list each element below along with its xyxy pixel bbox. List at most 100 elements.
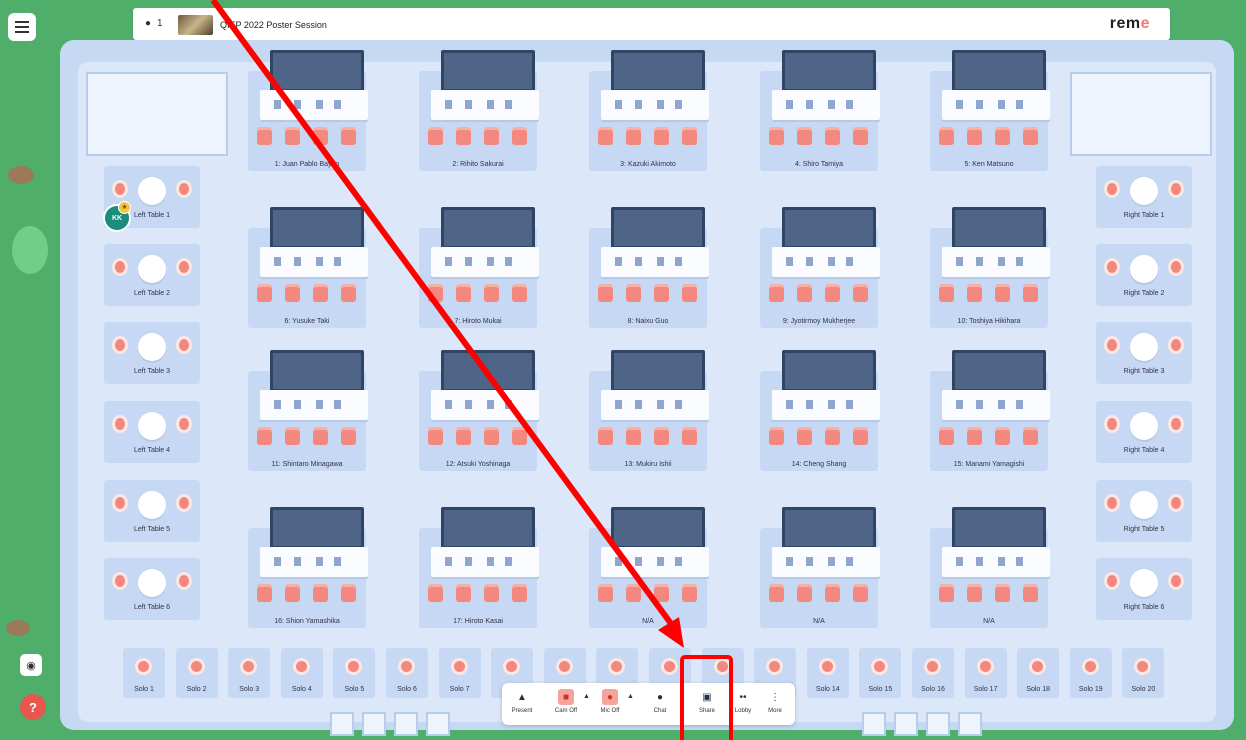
- solo-table[interactable]: Solo 5: [333, 648, 376, 698]
- booth-seat[interactable]: [1023, 130, 1038, 145]
- solo-table[interactable]: Solo 14: [806, 648, 849, 698]
- booth-seat[interactable]: [512, 287, 527, 302]
- booth-seat[interactable]: [797, 287, 812, 302]
- solo-seat[interactable]: [135, 658, 152, 675]
- booth-seat[interactable]: [939, 130, 954, 145]
- booth-seat[interactable]: [598, 130, 613, 145]
- table-seat[interactable]: [1104, 572, 1120, 590]
- booth-seat[interactable]: [825, 287, 840, 302]
- solo-seat[interactable]: [187, 658, 205, 675]
- booth-seat[interactable]: [995, 430, 1010, 445]
- booth-screen[interactable]: [441, 507, 535, 549]
- table-seat[interactable]: [1168, 572, 1184, 590]
- solo-table[interactable]: Solo 15: [859, 648, 902, 698]
- cam-options-caret[interactable]: ▲: [583, 693, 590, 700]
- booth-seat[interactable]: [797, 430, 812, 445]
- booth-seat[interactable]: [654, 130, 669, 145]
- table-seat[interactable]: [1168, 415, 1184, 433]
- left-table[interactable]: Left Table 6: [104, 558, 200, 620]
- cam-button[interactable]: ■ Cam Off: [550, 689, 582, 714]
- booth-seat[interactable]: [313, 587, 328, 602]
- booth-seat[interactable]: [797, 587, 812, 602]
- solo-seat[interactable]: [345, 658, 363, 675]
- solo-table[interactable]: Solo 3: [228, 648, 271, 698]
- booth-screen[interactable]: [611, 350, 705, 392]
- booth-seat[interactable]: [285, 587, 300, 602]
- booth-seat[interactable]: [285, 287, 300, 302]
- booth-seat[interactable]: [512, 430, 527, 445]
- mic-options-caret[interactable]: ▲: [627, 693, 634, 700]
- booth-seat[interactable]: [853, 287, 868, 302]
- solo-seat[interactable]: [240, 658, 258, 675]
- booth-screen[interactable]: [611, 507, 705, 549]
- booth-seat[interactable]: [257, 130, 272, 145]
- table-seat[interactable]: [112, 572, 128, 590]
- booth-seat[interactable]: [484, 587, 499, 602]
- booth-seat[interactable]: [428, 287, 443, 302]
- solo-seat[interactable]: [503, 658, 521, 675]
- booth-seat[interactable]: [512, 587, 527, 602]
- booth-seat[interactable]: [769, 587, 784, 602]
- booth-seat[interactable]: [484, 130, 499, 145]
- table-seat[interactable]: [176, 258, 192, 276]
- solo-table[interactable]: Solo 16: [912, 648, 954, 698]
- booth-screen[interactable]: [270, 507, 364, 549]
- booth-seat[interactable]: [995, 130, 1010, 145]
- booth-seat[interactable]: [626, 130, 641, 145]
- chat-button[interactable]: ● Chat: [644, 689, 676, 715]
- whiteboard-left[interactable]: [86, 72, 228, 156]
- booth-seat[interactable]: [682, 587, 697, 602]
- booth-screen[interactable]: [782, 350, 876, 392]
- booth-seat[interactable]: [456, 287, 471, 302]
- booth-seat[interactable]: [257, 430, 272, 445]
- booth-seat[interactable]: [512, 130, 527, 145]
- booth-seat[interactable]: [456, 130, 471, 145]
- solo-seat[interactable]: [976, 658, 994, 675]
- right-table[interactable]: Right Table 3: [1096, 322, 1192, 384]
- solo-table[interactable]: Solo 18: [1017, 648, 1060, 698]
- table-seat[interactable]: [1168, 180, 1184, 198]
- more-button[interactable]: ⋮ More: [759, 689, 791, 715]
- booth-seat[interactable]: [626, 287, 641, 302]
- booth-seat[interactable]: [853, 130, 868, 145]
- table-seat[interactable]: [1104, 494, 1120, 512]
- booth-seat[interactable]: [456, 430, 471, 445]
- booth-seat[interactable]: [654, 287, 669, 302]
- booth-screen[interactable]: [782, 207, 876, 249]
- whiteboard-right[interactable]: [1070, 72, 1212, 156]
- booth-seat[interactable]: [428, 430, 443, 445]
- booth-screen[interactable]: [441, 350, 535, 392]
- right-table[interactable]: Right Table 2: [1096, 244, 1192, 306]
- booth-seat[interactable]: [939, 430, 954, 445]
- booth-seat[interactable]: [341, 430, 356, 445]
- booth-seat[interactable]: [1023, 587, 1038, 602]
- solo-seat[interactable]: [1134, 658, 1152, 675]
- booth-seat[interactable]: [484, 430, 499, 445]
- solo-seat[interactable]: [555, 658, 573, 675]
- table-seat[interactable]: [1168, 258, 1184, 276]
- booth-seat[interactable]: [598, 587, 613, 602]
- right-table[interactable]: Right Table 1: [1096, 166, 1192, 228]
- table-seat[interactable]: [1168, 336, 1184, 354]
- booth-seat[interactable]: [1023, 287, 1038, 302]
- booth-seat[interactable]: [313, 130, 328, 145]
- booth-screen[interactable]: [952, 50, 1046, 92]
- table-seat[interactable]: [176, 494, 192, 512]
- participant-count[interactable]: ● 1: [145, 18, 163, 29]
- booth-seat[interactable]: [682, 287, 697, 302]
- table-seat[interactable]: [1104, 415, 1120, 433]
- solo-seat[interactable]: [661, 658, 678, 675]
- left-table[interactable]: Left Table 2: [104, 244, 200, 306]
- booth-seat[interactable]: [257, 287, 272, 302]
- solo-table[interactable]: Solo 7: [438, 648, 481, 698]
- left-table[interactable]: Left Table 3: [104, 322, 200, 384]
- solo-table[interactable]: Solo 19: [1069, 648, 1112, 698]
- booth-seat[interactable]: [682, 430, 697, 445]
- right-table[interactable]: Right Table 4: [1096, 401, 1192, 463]
- booth-seat[interactable]: [626, 430, 641, 445]
- booth-seat[interactable]: [797, 130, 812, 145]
- table-seat[interactable]: [1104, 180, 1120, 198]
- table-seat[interactable]: [112, 180, 128, 198]
- booth-screen[interactable]: [441, 50, 535, 92]
- booth-seat[interactable]: [598, 430, 613, 445]
